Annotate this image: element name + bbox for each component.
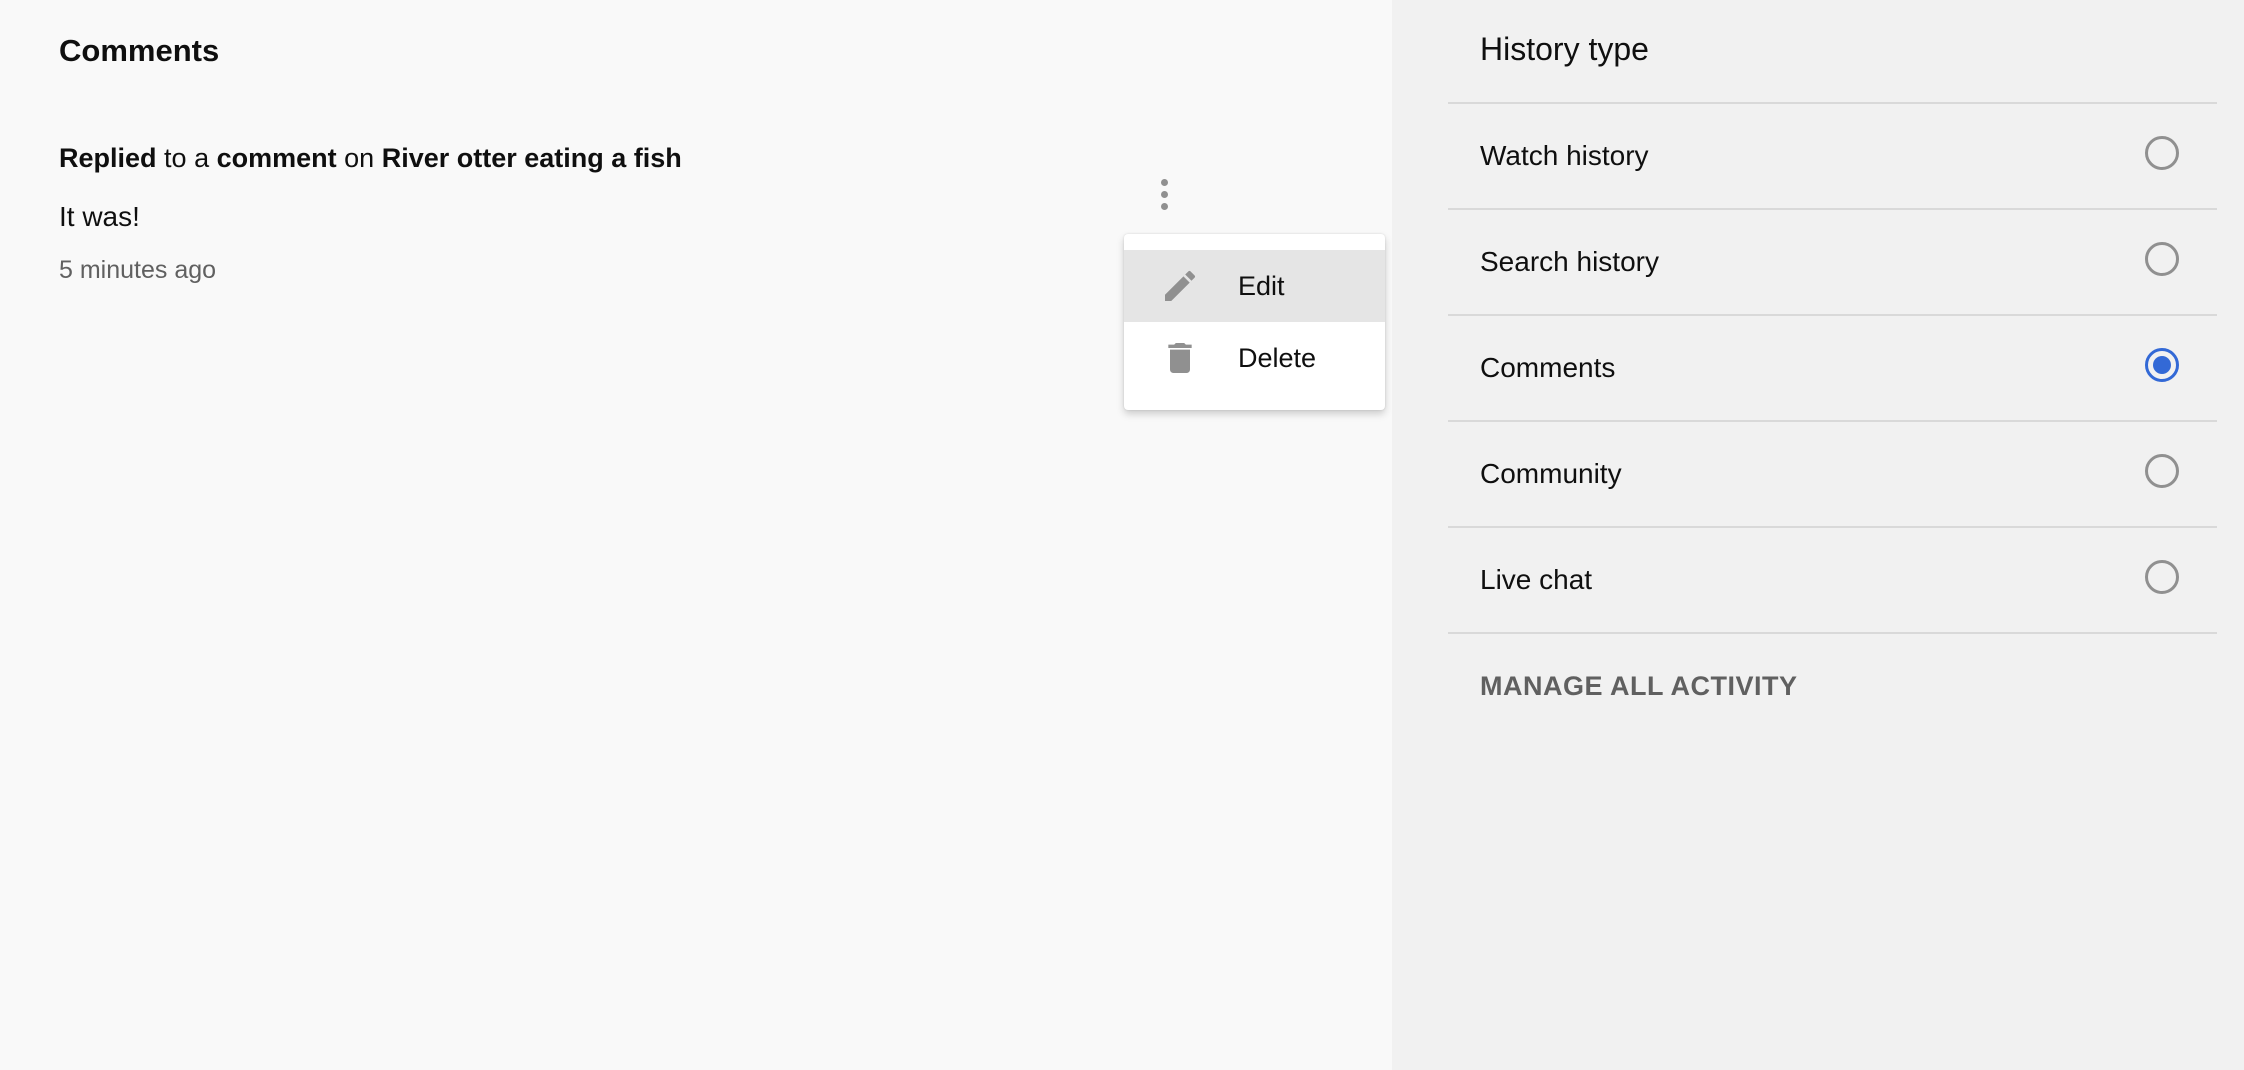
activity-action: Replied <box>59 143 157 173</box>
option-label: Comments <box>1480 352 1616 383</box>
pencil-icon <box>1160 266 1200 306</box>
option-label: Search history <box>1480 246 1659 277</box>
trash-icon <box>1160 338 1200 378</box>
radio-button[interactable] <box>2145 242 2179 276</box>
page: Comments Replied to a comment on River o… <box>0 0 2244 1070</box>
video-title-link[interactable]: River otter eating a fish <box>382 143 682 173</box>
delete-label: Delete <box>1238 343 1317 373</box>
delete-menu-item[interactable]: Delete <box>1124 322 1385 394</box>
radio-button[interactable] <box>2145 454 2179 488</box>
history-option-search[interactable]: Search history <box>1448 210 2217 314</box>
main-content: Comments Replied to a comment on River o… <box>0 0 1392 1070</box>
activity-description: Replied to a comment on River otter eati… <box>59 138 682 178</box>
history-option-comments[interactable]: Comments <box>1448 316 2217 420</box>
option-label: Live chat <box>1480 564 1593 595</box>
activity-to-text: to a <box>164 143 210 173</box>
page-title: Comments <box>59 33 220 68</box>
manage-all-activity-link[interactable]: MANAGE ALL ACTIVITY <box>1480 667 1798 705</box>
activity-on-text: on <box>344 143 375 173</box>
activity-target-link[interactable]: comment <box>217 143 337 173</box>
edit-label: Edit <box>1238 271 1285 301</box>
radio-button[interactable] <box>2145 560 2179 594</box>
divider <box>1448 632 2217 634</box>
option-label: Community <box>1480 458 1622 489</box>
radio-button-selected[interactable] <box>2145 348 2179 382</box>
more-vert-icon <box>1160 178 1168 210</box>
sidebar-title: History type <box>1480 31 1649 67</box>
context-menu: Edit Delete <box>1124 234 1385 410</box>
comment-timestamp: 5 minutes ago <box>59 256 217 284</box>
more-actions-button[interactable] <box>1144 168 1184 220</box>
edit-menu-item[interactable]: Edit <box>1124 250 1385 322</box>
history-option-community[interactable]: Community <box>1448 422 2217 526</box>
comment-text: It was! <box>59 201 140 232</box>
radio-button[interactable] <box>2145 136 2179 170</box>
history-option-watch[interactable]: Watch history <box>1448 104 2217 208</box>
history-option-live-chat[interactable]: Live chat <box>1448 528 2217 632</box>
option-label: Watch history <box>1480 140 1649 171</box>
